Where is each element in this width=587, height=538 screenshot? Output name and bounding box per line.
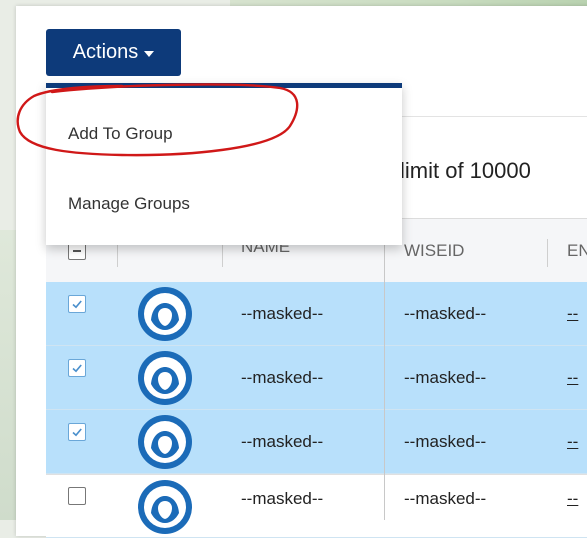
cell-name: --masked-- — [241, 368, 324, 387]
cell-en-link[interactable]: -- — [567, 467, 578, 531]
row-checkbox[interactable] — [68, 423, 86, 441]
cell-name: --masked-- — [241, 304, 324, 323]
table-row[interactable]: --masked-- --masked-- -- — [46, 346, 587, 410]
table-row[interactable]: --masked-- --masked-- -- — [46, 474, 587, 538]
cell-wiseid: --masked-- — [404, 489, 487, 508]
column-header-en[interactable]: EN — [567, 219, 587, 283]
actions-button-label: Actions — [72, 41, 139, 63]
row-checkbox[interactable] — [68, 295, 86, 313]
avatar-icon — [138, 351, 192, 405]
header-divider — [547, 239, 548, 267]
actions-button[interactable]: Actions — [46, 29, 181, 76]
actions-dropdown-menu: Add To Group Manage Groups — [46, 83, 402, 245]
caret-down-icon — [144, 51, 155, 57]
limit-text: limit of 10000 — [400, 158, 531, 183]
users-table: --> NAME WISEID EN --masked-- --masked--… — [46, 218, 587, 538]
column-header-wiseid[interactable]: WISEID — [404, 219, 464, 283]
table-row[interactable]: --masked-- --masked-- -- — [46, 410, 587, 474]
column-divider — [384, 218, 385, 520]
row-checkbox[interactable] — [68, 359, 86, 377]
cell-name: --masked-- — [241, 432, 324, 451]
check-icon — [72, 428, 82, 437]
cell-wiseid: --masked-- — [404, 304, 487, 323]
menu-item-manage-groups[interactable]: Manage Groups — [46, 174, 402, 234]
cell-en-link[interactable]: -- — [567, 346, 578, 410]
check-icon — [72, 300, 82, 309]
header-divider — [400, 116, 587, 117]
cell-wiseid: --masked-- — [404, 432, 487, 451]
cell-wiseid: --masked-- — [404, 368, 487, 387]
table-row[interactable]: --masked-- --masked-- -- — [46, 282, 587, 346]
cell-en-link[interactable]: -- — [567, 282, 578, 346]
menu-item-add-to-group[interactable]: Add To Group — [46, 104, 402, 164]
background-left — [0, 230, 16, 520]
cell-en-link[interactable]: -- — [567, 410, 578, 474]
row-checkbox[interactable] — [68, 487, 86, 505]
avatar-icon — [138, 415, 192, 469]
avatar-icon — [138, 480, 192, 534]
avatar-icon — [138, 287, 192, 341]
cell-name: --masked-- — [241, 489, 324, 508]
check-icon — [72, 364, 82, 373]
